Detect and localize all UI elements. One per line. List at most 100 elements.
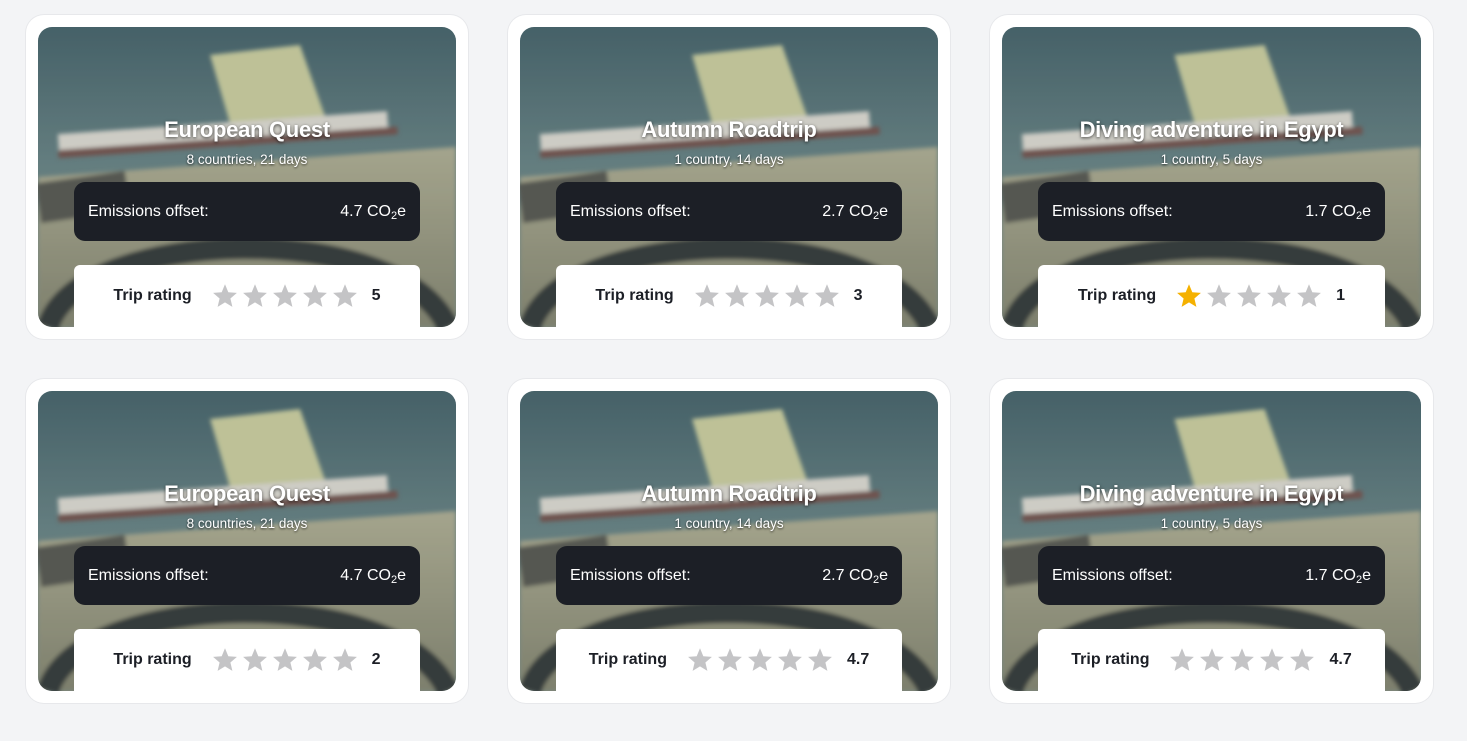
star-empty-icon[interactable] bbox=[240, 645, 270, 675]
emissions-unit: e bbox=[1362, 202, 1371, 220]
trip-photo: Autumn Roadtrip 1 country, 14 days Emiss… bbox=[520, 391, 938, 691]
star-rating[interactable] bbox=[210, 281, 360, 311]
emissions-panel: Emissions offset: 1.7 CO2e bbox=[1038, 546, 1385, 605]
star-empty-icon[interactable] bbox=[1287, 645, 1317, 675]
star-empty-icon[interactable] bbox=[1227, 645, 1257, 675]
star-empty-icon[interactable] bbox=[330, 645, 360, 675]
trip-photo: European Quest 8 countries, 21 days Emis… bbox=[38, 27, 456, 327]
emissions-unit: e bbox=[879, 202, 888, 220]
star-empty-icon[interactable] bbox=[692, 281, 722, 311]
emissions-label: Emissions offset: bbox=[1052, 566, 1173, 584]
star-empty-icon[interactable] bbox=[330, 281, 360, 311]
trip-subtitle: 1 country, 5 days bbox=[1160, 152, 1263, 167]
trip-rating-label: Trip rating bbox=[588, 651, 667, 668]
emissions-label: Emissions offset: bbox=[88, 566, 209, 584]
trip-rating-value: 2 bbox=[371, 651, 381, 668]
trip-title: Diving adventure in Egypt bbox=[1079, 481, 1344, 506]
trip-rating-panel: Trip rating 4.7 bbox=[1038, 629, 1385, 691]
emissions-unit: e bbox=[397, 202, 406, 220]
trip-card[interactable]: Diving adventure in Egypt 1 country, 5 d… bbox=[990, 15, 1433, 339]
trip-subtitle: 8 countries, 21 days bbox=[186, 152, 308, 167]
emissions-label: Emissions offset: bbox=[570, 566, 691, 584]
star-empty-icon[interactable] bbox=[270, 645, 300, 675]
star-rating[interactable] bbox=[1167, 645, 1317, 675]
star-empty-icon[interactable] bbox=[1264, 281, 1294, 311]
star-empty-icon[interactable] bbox=[775, 645, 805, 675]
trip-card[interactable]: Autumn Roadtrip 1 country, 14 days Emiss… bbox=[508, 379, 950, 703]
emissions-panel: Emissions offset: 2.7 CO2e bbox=[556, 546, 902, 605]
emissions-panel: Emissions offset: 1.7 CO2e bbox=[1038, 182, 1385, 241]
trip-photo: Diving adventure in Egypt 1 country, 5 d… bbox=[1002, 391, 1421, 691]
star-empty-icon[interactable] bbox=[300, 645, 330, 675]
trip-photo: European Quest 8 countries, 21 days Emis… bbox=[38, 391, 456, 691]
emissions-amount: 4.7 CO bbox=[340, 202, 391, 220]
emissions-label: Emissions offset: bbox=[1052, 202, 1173, 220]
trip-rating-label: Trip rating bbox=[113, 287, 192, 304]
trip-card[interactable]: Diving adventure in Egypt 1 country, 5 d… bbox=[990, 379, 1433, 703]
star-empty-icon[interactable] bbox=[1197, 645, 1227, 675]
star-empty-icon[interactable] bbox=[210, 281, 240, 311]
trip-rating-value: 5 bbox=[371, 287, 381, 304]
trip-rating-label: Trip rating bbox=[595, 287, 674, 304]
trip-rating-panel: Trip rating 4.7 bbox=[556, 629, 902, 691]
star-filled-icon[interactable] bbox=[1174, 281, 1204, 311]
star-rating[interactable] bbox=[692, 281, 842, 311]
trip-rating-value: 4.7 bbox=[846, 651, 870, 668]
trip-photo: Diving adventure in Egypt 1 country, 5 d… bbox=[1002, 27, 1421, 327]
star-empty-icon[interactable] bbox=[722, 281, 752, 311]
emissions-label: Emissions offset: bbox=[570, 202, 691, 220]
trip-card[interactable]: European Quest 8 countries, 21 days Emis… bbox=[26, 379, 468, 703]
star-empty-icon[interactable] bbox=[805, 645, 835, 675]
trip-rating-label: Trip rating bbox=[1071, 651, 1150, 668]
trip-rating-panel: Trip rating 5 bbox=[74, 265, 420, 327]
trip-title: Autumn Roadtrip bbox=[641, 117, 817, 142]
star-empty-icon[interactable] bbox=[745, 645, 775, 675]
emissions-unit: e bbox=[879, 566, 888, 584]
star-empty-icon[interactable] bbox=[1204, 281, 1234, 311]
trip-title: Diving adventure in Egypt bbox=[1079, 117, 1344, 142]
trip-card[interactable]: Autumn Roadtrip 1 country, 14 days Emiss… bbox=[508, 15, 950, 339]
star-empty-icon[interactable] bbox=[782, 281, 812, 311]
trip-rating-value: 1 bbox=[1336, 287, 1346, 304]
trip-rating-label: Trip rating bbox=[113, 651, 192, 668]
trip-subtitle: 1 country, 14 days bbox=[674, 152, 784, 167]
star-rating[interactable] bbox=[1174, 281, 1324, 311]
emissions-value: 1.7 CO2e bbox=[1305, 566, 1371, 586]
star-empty-icon[interactable] bbox=[240, 281, 270, 311]
star-empty-icon[interactable] bbox=[270, 281, 300, 311]
emissions-value: 4.7 CO2e bbox=[340, 202, 406, 222]
star-empty-icon[interactable] bbox=[1167, 645, 1197, 675]
trip-title: European Quest bbox=[164, 481, 330, 506]
star-empty-icon[interactable] bbox=[300, 281, 330, 311]
star-rating[interactable] bbox=[685, 645, 835, 675]
star-empty-icon[interactable] bbox=[685, 645, 715, 675]
trip-card-grid: European Quest 8 countries, 21 days Emis… bbox=[26, 15, 1433, 703]
star-rating[interactable] bbox=[210, 645, 360, 675]
star-empty-icon[interactable] bbox=[210, 645, 240, 675]
emissions-panel: Emissions offset: 4.7 CO2e bbox=[74, 546, 420, 605]
star-empty-icon[interactable] bbox=[715, 645, 745, 675]
star-empty-icon[interactable] bbox=[812, 281, 842, 311]
emissions-amount: 2.7 CO bbox=[822, 566, 873, 584]
trip-subtitle: 1 country, 5 days bbox=[1160, 516, 1263, 531]
emissions-value: 1.7 CO2e bbox=[1305, 202, 1371, 222]
emissions-value: 2.7 CO2e bbox=[822, 202, 888, 222]
emissions-value: 2.7 CO2e bbox=[822, 566, 888, 586]
star-empty-icon[interactable] bbox=[1294, 281, 1324, 311]
trip-rating-panel: Trip rating 3 bbox=[556, 265, 902, 327]
emissions-label: Emissions offset: bbox=[88, 202, 209, 220]
emissions-unit: e bbox=[1362, 566, 1371, 584]
emissions-amount: 1.7 CO bbox=[1305, 202, 1356, 220]
star-empty-icon[interactable] bbox=[752, 281, 782, 311]
trip-subtitle: 8 countries, 21 days bbox=[186, 516, 308, 531]
emissions-panel: Emissions offset: 4.7 CO2e bbox=[74, 182, 420, 241]
trip-rating-panel: Trip rating 2 bbox=[74, 629, 420, 691]
emissions-amount: 4.7 CO bbox=[340, 566, 391, 584]
trip-subtitle: 1 country, 14 days bbox=[674, 516, 784, 531]
trip-card[interactable]: European Quest 8 countries, 21 days Emis… bbox=[26, 15, 468, 339]
star-empty-icon[interactable] bbox=[1257, 645, 1287, 675]
trip-title: European Quest bbox=[164, 117, 330, 142]
trip-photo: Autumn Roadtrip 1 country, 14 days Emiss… bbox=[520, 27, 938, 327]
trip-title: Autumn Roadtrip bbox=[641, 481, 817, 506]
star-empty-icon[interactable] bbox=[1234, 281, 1264, 311]
